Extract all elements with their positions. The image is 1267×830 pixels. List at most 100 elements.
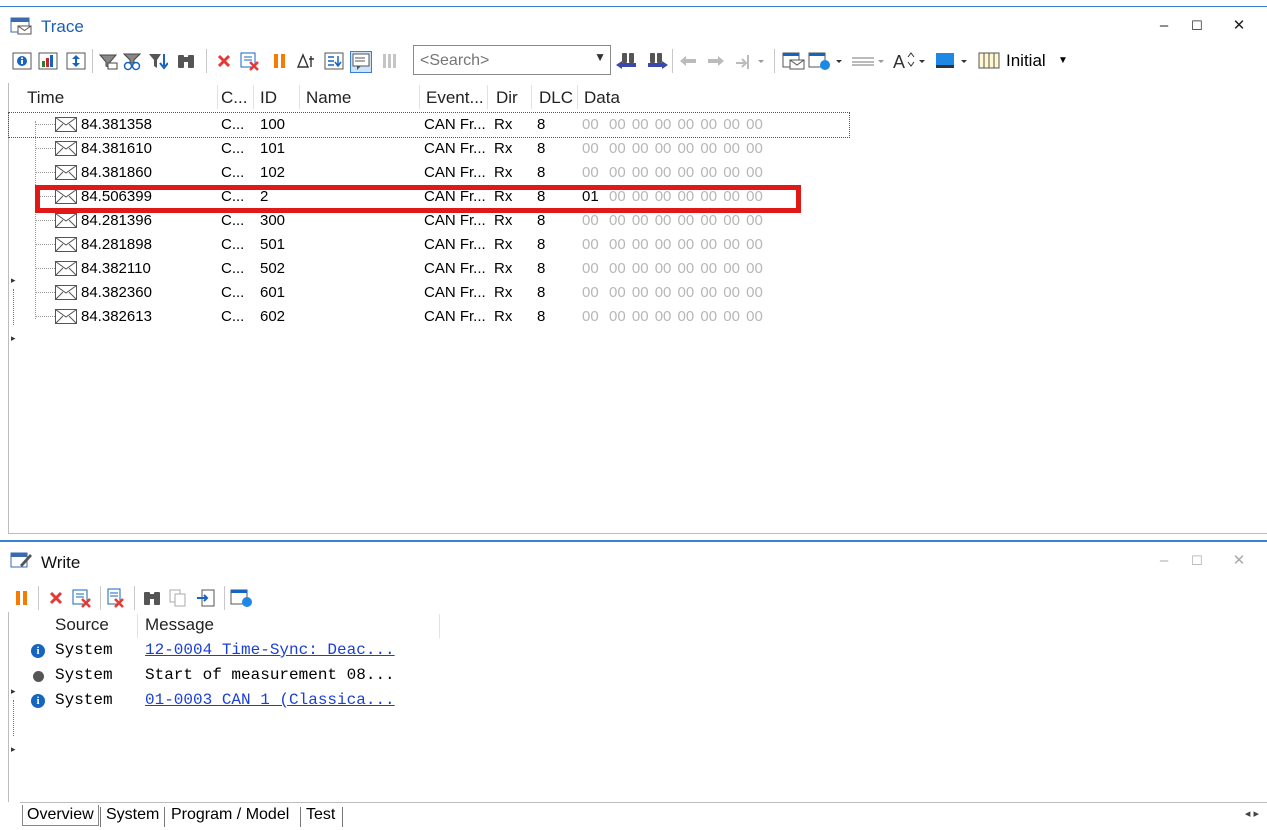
binoculars-icon[interactable]: [142, 588, 162, 608]
column-divider[interactable]: [577, 85, 578, 109]
color-dropdown-icon[interactable]: [934, 51, 970, 71]
column-header-name[interactable]: Name: [306, 88, 351, 108]
detail-view-icon[interactable]: [350, 51, 372, 73]
table-row[interactable]: 84.382110 C... 502 CAN Fr... Rx 8 00 00 00 00 0…: [9, 257, 849, 281]
table-row[interactable]: 84.281898 C... 501 CAN Fr... Rx 8 00 00 00 00 0…: [9, 233, 849, 257]
expand-arrow-icon[interactable]: ▸: [11, 333, 16, 344]
trace-window-icon: [10, 17, 32, 35]
pause-icon[interactable]: [270, 51, 290, 71]
tree-connector: [35, 220, 55, 221]
clear-page-icon[interactable]: [106, 588, 126, 608]
column-layout-icon[interactable]: [978, 51, 1002, 71]
cell-time: 84.381860: [81, 164, 152, 181]
table-row[interactable]: 84.381610 C... 101 CAN Fr... Rx 8 00 00 00 00 0…: [9, 137, 849, 161]
minimize-button[interactable]: –: [1154, 16, 1174, 36]
can-message-icon: [55, 213, 77, 228]
close-button[interactable]: ✕: [1229, 551, 1249, 571]
sort-down-icon[interactable]: [324, 51, 344, 71]
find-previous-icon[interactable]: [614, 51, 640, 71]
table-row[interactable]: 84.381860 C... 102 CAN Fr... Rx 8 00 00 00 00 0…: [9, 161, 849, 185]
pause-icon[interactable]: [12, 588, 32, 608]
maximize-button[interactable]: ☐: [1187, 16, 1207, 36]
minimize-button[interactable]: –: [1154, 551, 1174, 571]
search-combobox[interactable]: ▼: [413, 45, 611, 75]
cell-dlc: 8: [537, 140, 546, 157]
search-input[interactable]: [418, 47, 592, 75]
cell-data-byte0: 00: [582, 212, 599, 229]
predefined-filter-icon[interactable]: [98, 51, 118, 71]
view-selector[interactable]: Initial: [1006, 51, 1046, 71]
copy-icon: [169, 589, 186, 607]
statistics-icon[interactable]: [38, 51, 58, 71]
filter-glasses-icon[interactable]: [122, 51, 142, 71]
tab-separator: [300, 807, 301, 827]
find-next-icon[interactable]: [644, 51, 670, 71]
clear-trace-icon[interactable]: [240, 51, 260, 71]
can-message-icon: [55, 261, 77, 276]
cell-channel: C...: [221, 164, 245, 181]
column-header-id[interactable]: ID: [260, 88, 277, 108]
column-header-source[interactable]: Source: [55, 615, 109, 635]
trace-settings-icon[interactable]: [782, 51, 806, 71]
delete-icon[interactable]: [46, 588, 66, 608]
cell-time: 84.382110: [81, 260, 151, 277]
export-icon[interactable]: [196, 588, 216, 608]
tab-test[interactable]: Test: [302, 805, 339, 826]
column-header-message[interactable]: Message: [145, 615, 214, 635]
column-header-data[interactable]: Data: [584, 88, 620, 108]
column-header-event-type[interactable]: Event...: [426, 88, 484, 108]
column-header-time[interactable]: Time: [27, 88, 64, 108]
trace-list: Time C... ID Name Event... Dir DLC Data …: [8, 83, 1267, 534]
expand-arrow-icon[interactable]: ▸: [11, 744, 16, 755]
toolbar-separator: [100, 586, 101, 610]
tab-system[interactable]: System: [102, 805, 163, 826]
list-item[interactable]: i System 01-0003 CAN 1 (Classica...: [9, 688, 449, 712]
cell-id: 602: [260, 308, 286, 325]
window-layout-dropdown-icon[interactable]: [808, 51, 844, 71]
scroll-lock-icon[interactable]: [66, 51, 86, 71]
message-link[interactable]: 01-0003 CAN 1 (Classica...: [145, 691, 395, 709]
message-link[interactable]: 12-0004 Time-Sync: Deac...: [145, 641, 395, 659]
table-row[interactable]: 84.382360 C... 601 CAN Fr... Rx 8 00 00 00 00 0…: [9, 281, 849, 305]
table-row[interactable]: 84.382613 C... 602 CAN Fr... Rx 8 00 00 00 00 0…: [9, 305, 849, 329]
clear-window-icon[interactable]: [72, 588, 92, 608]
cell-channel: C...: [221, 212, 245, 229]
bullet-icon: [33, 671, 44, 682]
can-message-icon: [55, 117, 77, 132]
tab-scroll-arrows[interactable]: ◂ ▸: [1245, 807, 1259, 820]
cell-source: System: [55, 641, 113, 659]
tab-program-model[interactable]: Program / Model: [167, 805, 293, 826]
window-layout-icon[interactable]: [230, 588, 254, 608]
column-header-dlc[interactable]: DLC: [539, 88, 573, 108]
column-divider[interactable]: [487, 85, 488, 109]
filter-sort-icon[interactable]: [148, 51, 168, 71]
cell-event-type: CAN Fr...: [424, 140, 486, 157]
font-size-dropdown-icon[interactable]: A: [892, 51, 928, 71]
column-header-dir[interactable]: Dir: [496, 88, 518, 108]
list-item[interactable]: i System 12-0004 Time-Sync: Deac...: [9, 638, 449, 662]
can-message-icon: [55, 309, 77, 324]
column-divider[interactable]: [439, 614, 440, 638]
binoculars-icon[interactable]: [176, 51, 196, 71]
maximize-button[interactable]: ☐: [1187, 551, 1207, 571]
info-filter-icon[interactable]: [12, 51, 32, 71]
table-row[interactable]: 84.381358 C... 100 CAN Fr... Rx 8 00 00 00 00 0…: [8, 112, 850, 138]
column-divider[interactable]: [217, 85, 218, 109]
column-divider[interactable]: [253, 85, 254, 109]
trace-toolbar: ▼ A Initial ▼: [8, 45, 1257, 77]
delete-icon[interactable]: [214, 51, 234, 71]
tree-connector: [35, 268, 55, 269]
tab-overview[interactable]: Overview: [22, 805, 99, 826]
column-divider[interactable]: [299, 85, 300, 109]
chevron-down-icon[interactable]: ▼: [1058, 55, 1068, 66]
close-button[interactable]: ✕: [1229, 16, 1249, 36]
time-delta-icon[interactable]: [296, 51, 316, 71]
list-item[interactable]: System Start of measurement 08...: [9, 663, 449, 687]
column-header-channel[interactable]: C...: [221, 88, 247, 108]
toolbar-separator: [672, 49, 673, 73]
chevron-down-icon[interactable]: ▼: [594, 50, 606, 64]
column-divider[interactable]: [419, 85, 420, 109]
column-divider[interactable]: [137, 614, 138, 638]
cell-time: 84.381610: [81, 140, 152, 157]
column-divider[interactable]: [531, 85, 532, 109]
